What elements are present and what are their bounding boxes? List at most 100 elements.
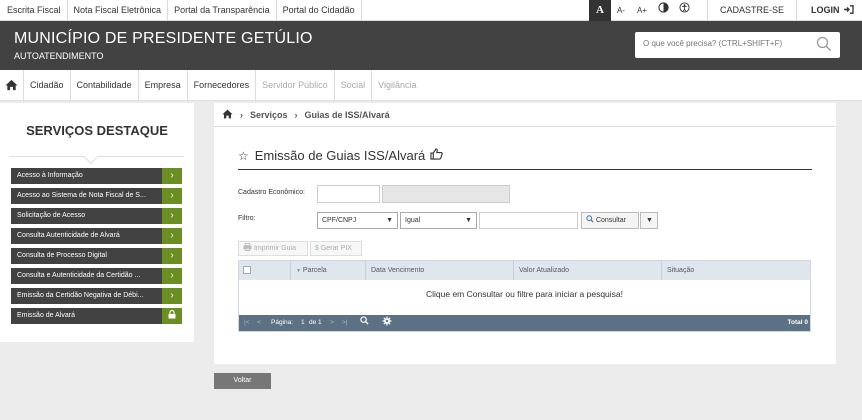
top-bar: Escrita Fiscal Nota Fiscal Eletrônica Po… [0,0,862,21]
search-box [635,32,840,58]
sidebar-item-solicitacao-acesso[interactable]: Solicitação de Acesso › [11,208,182,224]
chevron-down-icon: ▼ [465,217,472,224]
sidebar-title: SERVIÇOS DESTAQUE [26,123,168,138]
sidebar-item-autenticidade-certidao[interactable]: Consulta e Autenticidade da Certidão ...… [11,268,182,284]
sidebar-item-processo-digital[interactable]: Consulta de Processo Digital › [11,248,182,264]
search-icon [586,215,594,223]
chevron-right-icon: › [240,109,243,120]
top-links: Escrita Fiscal Nota Fiscal Eletrônica Po… [0,0,362,21]
chevron-down-icon: ▼ [386,217,393,224]
sidebar-item-consulta-alvara[interactable]: Consulta Autenticidade de Alvará › [11,228,182,244]
grid-empty-message: Clique em Consultar ou filtre para inici… [425,289,623,299]
chevron-right-icon: › [162,188,182,204]
filter-op-value: Igual [405,217,421,224]
search-input[interactable] [643,39,813,48]
pager-first-icon[interactable]: |< [244,315,249,331]
site-subtitle: AUTOATENDIMENTO [14,51,104,61]
pager-next-icon[interactable]: > [330,315,334,331]
cadastre-se-link[interactable]: CADASTRE-SE [706,0,797,21]
pager-gear-icon[interactable] [382,315,392,331]
toplink-portal-cidadao[interactable]: Portal do Cidadão [277,0,362,21]
breadcrumb-guias: Guias de ISS/Alvará [304,109,390,120]
chevron-down-icon: ▼ [646,217,653,224]
printer-icon [243,243,252,251]
pager-label: Página: [271,319,294,326]
home-icon[interactable] [222,109,233,121]
nav-item-fornecedores[interactable]: Fornecedores [188,69,257,101]
sidebar-item-label: Acesso à Informação [17,172,83,179]
sidebar-item-label: Emissão de Alvará [17,312,75,319]
font-decrease-button[interactable]: A- [611,0,631,21]
star-icon[interactable]: ☆ [238,149,249,163]
gerar-pix-label: Gerar PIX [320,245,352,252]
sidebar-item-acesso-informacao[interactable]: Acesso à Informação › [11,168,182,184]
chevron-right-icon: › [162,248,182,264]
results-grid: ▼ Parcela Data Vencimento Valor Atualiza… [238,260,811,332]
home-icon[interactable] [0,69,24,101]
pager-search-icon[interactable] [360,315,369,331]
column-parcela[interactable]: ▼ Parcela [291,261,366,280]
sidebar-item-label: Consulta de Processo Digital [17,252,107,259]
sidebar-item-emissao-alvara[interactable]: Emissão de Alvará [11,308,182,324]
column-situacao[interactable]: Situação [662,261,810,280]
voltar-button[interactable]: Voltar [214,373,271,389]
filter-field-select[interactable]: CPF/CNPJ ▼ [317,212,398,229]
imprimir-guia-label: Imprimir Guia [253,245,296,252]
consultar-button[interactable]: Consultar [581,212,639,229]
main-panel: › Serviços › Guias de ISS/Alvará ☆ Emiss… [214,103,836,364]
breadcrumb: › Serviços › Guias de ISS/Alvará [214,103,836,127]
font-normal-button[interactable]: A [588,0,611,21]
nav-item-cidadao[interactable]: Cidadão [24,69,71,101]
consultar-options-button[interactable]: ▼ [640,212,658,229]
sort-icon: ▼ [296,268,301,274]
nav-item-contabilidade[interactable]: Contabilidade [71,69,139,101]
chevron-right-icon: › [162,228,182,244]
pager-last-icon[interactable]: >| [342,315,347,331]
sidebar-list: Acesso à Informação › Acesso ao Sistema d… [11,168,182,328]
select-all-column [239,261,291,280]
nav-item-social[interactable]: Social [335,69,373,101]
nav-item-empresa[interactable]: Empresa [139,69,188,101]
sidebar-item-label: Consulta e Autenticidade da Certidão ... [17,272,141,279]
cadastro-label: Cadastro Econômico: [238,189,305,196]
chevron-right-icon: › [162,268,182,284]
gerar-pix-button[interactable]: $ Gerar PIX [310,241,362,256]
login-label: LOGIN [810,5,840,15]
column-valor-atualizado[interactable]: Valor Atualizado [514,261,662,280]
pager-prev-icon[interactable]: < [257,315,261,331]
font-increase-button[interactable]: A+ [631,0,653,21]
site-title[interactable]: MUNICÍPIO DE PRESIDENTE GETÚLIO [14,30,313,48]
grid-pager: |< < Página: 1 de 1 > >| Total 0 [239,315,810,331]
sidebar: SERVIÇOS DESTAQUE Acesso à Informação › A… [0,103,194,342]
chevron-right-icon: › [162,168,182,184]
filter-op-select[interactable]: Igual ▼ [400,212,477,229]
cadastro-name-field [382,185,510,203]
toplink-escrita-fiscal[interactable]: Escrita Fiscal [0,0,68,21]
filter-field-value: CPF/CNPJ [322,217,357,224]
pager-page-input[interactable]: 1 [301,315,305,331]
nav-item-servidor-publico[interactable]: Servidor Público [256,69,335,101]
search-icon[interactable] [816,36,832,57]
filter-value-input[interactable] [479,212,578,229]
column-parcela-label: Parcela [302,267,327,274]
sidebar-item-label: Emissão da Certidão Negativa de Débi... [17,292,144,299]
login-button[interactable]: LOGIN [797,0,862,21]
imprimir-guia-button[interactable]: Imprimir Guia [238,241,308,256]
sidebar-item-acesso-nota-fiscal[interactable]: Acesso ao Sistema de Nota Fiscal de S...… [11,188,182,204]
breadcrumb-servicos[interactable]: Serviços [250,110,288,120]
contrast-icon[interactable] [653,0,674,21]
toplink-portal-transparencia[interactable]: Portal da Transparência [168,0,277,21]
cadastro-input[interactable] [317,185,380,203]
pix-icon: $ [315,245,319,252]
thumbs-up-icon[interactable] [430,148,444,163]
sidebar-item-certidao-negativa[interactable]: Emissão da Certidão Negativa de Débi... › [11,288,182,304]
nav-item-vigilancia[interactable]: Vigilância [372,70,422,101]
accessibility-icon[interactable] [674,0,695,21]
column-data-vencimento[interactable]: Data Vencimento [366,261,514,280]
consultar-label: Consultar [595,217,626,224]
sidebar-item-label: Acesso ao Sistema de Nota Fiscal de S... [17,192,146,199]
toplink-nota-fiscal[interactable]: Nota Fiscal Eletrônica [68,0,169,21]
chevron-right-icon: › [162,208,182,224]
select-all-checkbox[interactable] [243,266,251,274]
site-header: MUNICÍPIO DE PRESIDENTE GETÚLIO AUTOATEN… [0,21,862,70]
